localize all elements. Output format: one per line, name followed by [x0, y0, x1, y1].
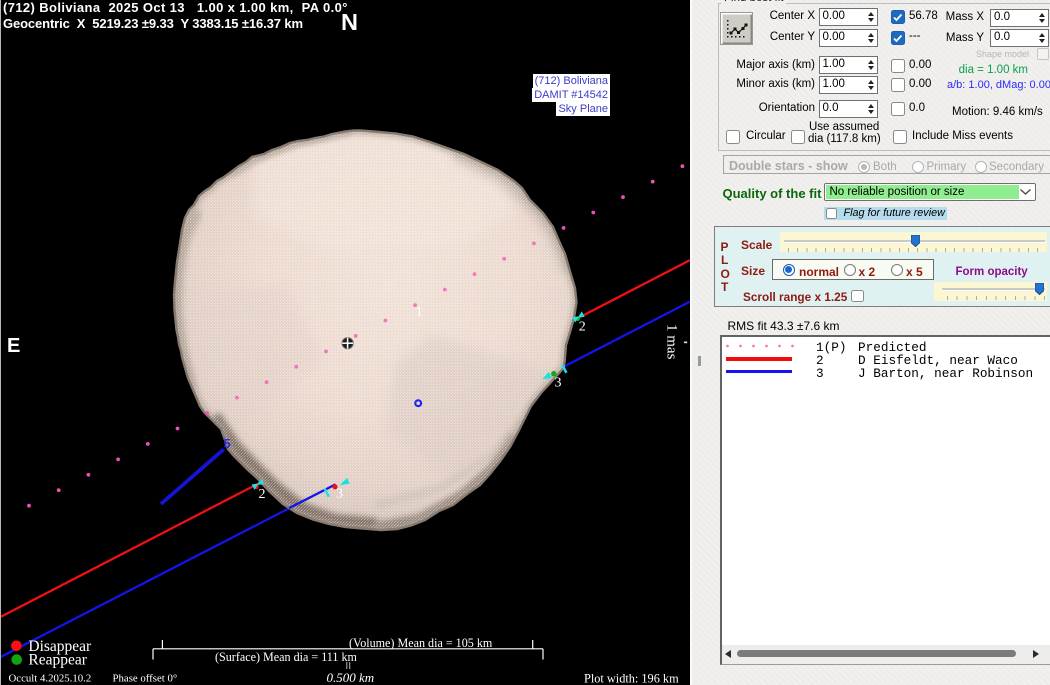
svg-text:Occult 4.2025.10.2: Occult 4.2025.10.2: [9, 673, 92, 685]
svg-text:Phase offset 0°: Phase offset 0°: [113, 673, 178, 685]
svg-text:(Volume) Mean dia = 105 km: (Volume) Mean dia = 105 km: [349, 636, 493, 650]
svg-text:2: 2: [259, 487, 266, 502]
svg-text:0.500 km: 0.500 km: [327, 670, 375, 685]
svg-text:2: 2: [579, 320, 586, 335]
svg-text:5: 5: [224, 436, 231, 451]
svg-text:1: 1: [416, 305, 423, 320]
svg-text:(Surface) Mean dia = 111 km: (Surface) Mean dia = 111 km: [215, 650, 358, 664]
svg-text:Reappear: Reappear: [28, 652, 87, 669]
svg-text:3: 3: [336, 487, 343, 502]
svg-text:1 mas: 1 mas: [664, 324, 680, 360]
svg-text:Plot width: 196 km: Plot width: 196 km: [584, 672, 679, 685]
svg-text:3: 3: [555, 376, 562, 391]
